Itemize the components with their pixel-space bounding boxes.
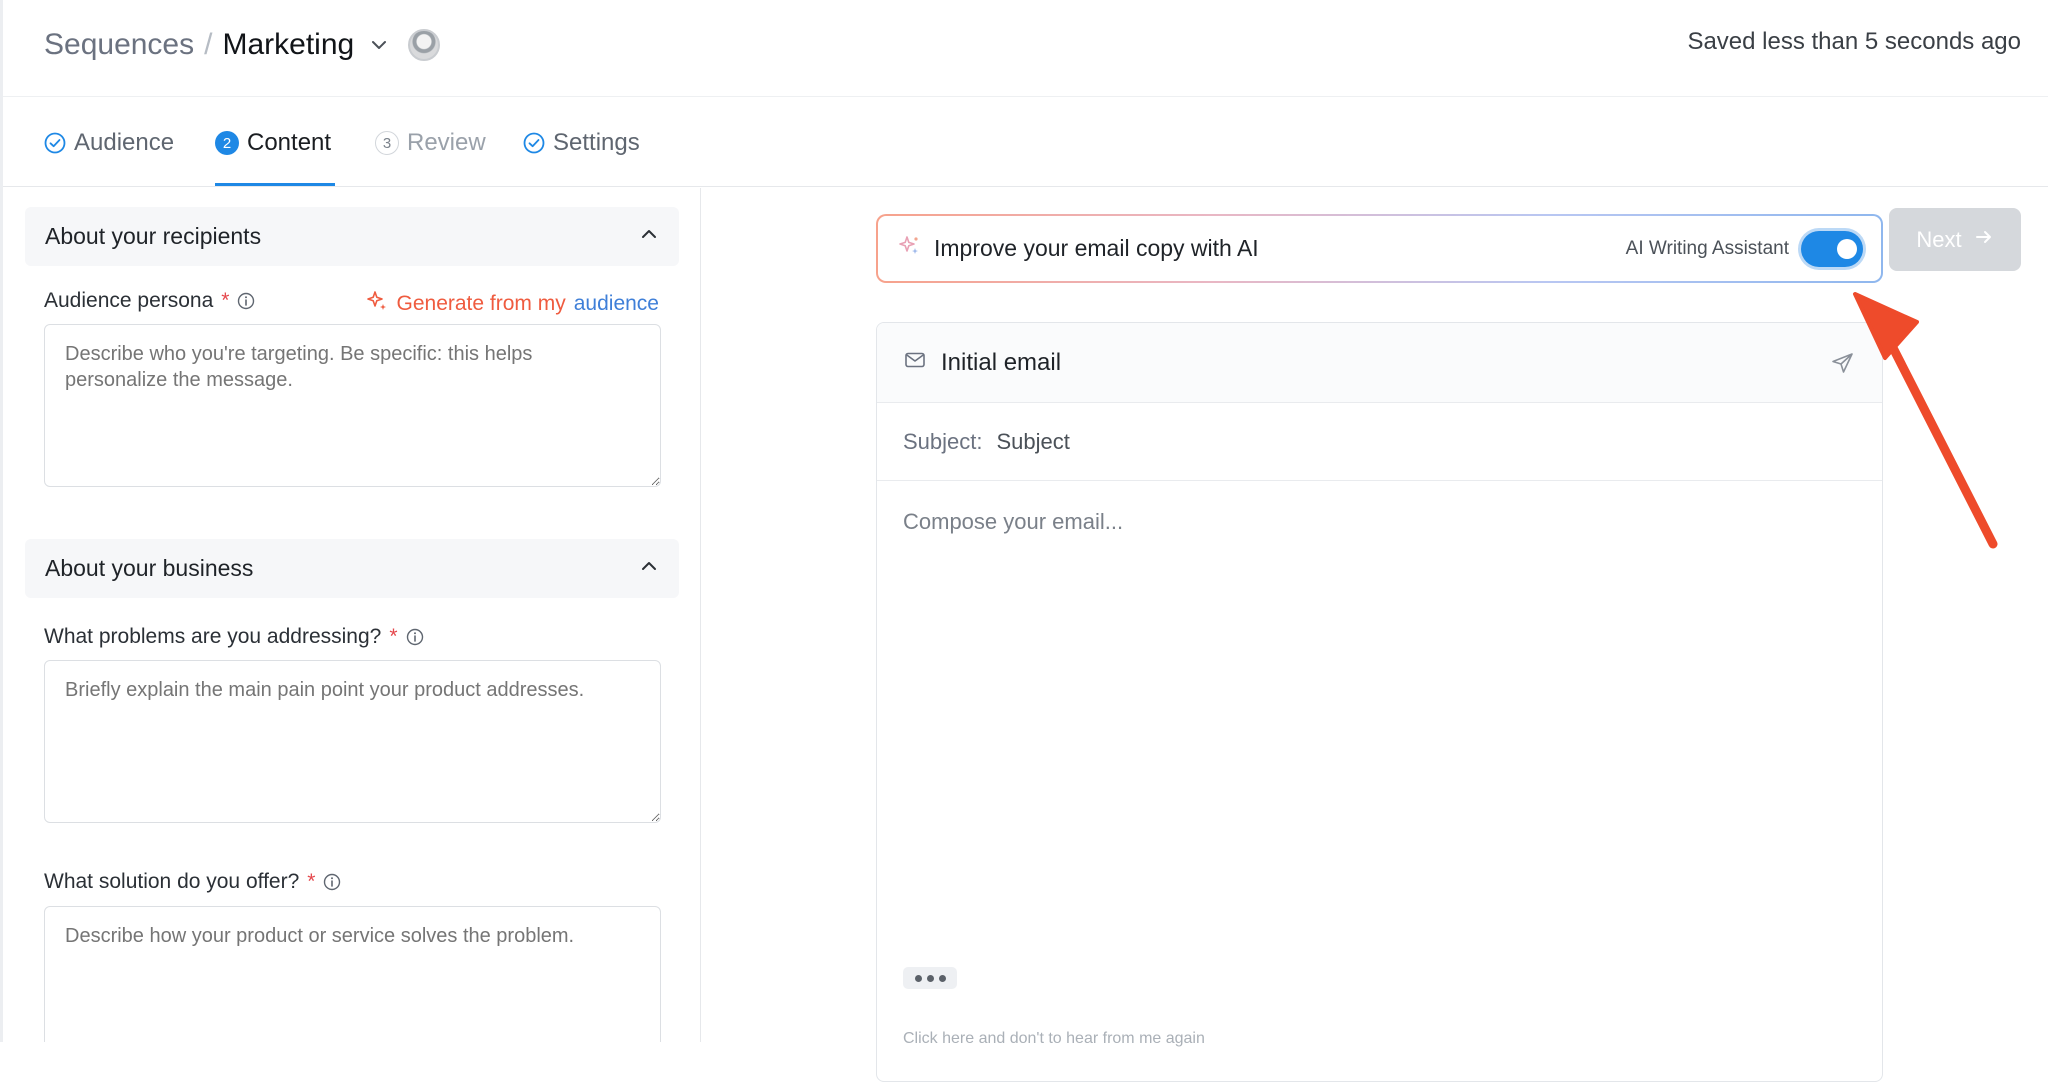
audience-persona-input[interactable] bbox=[44, 324, 661, 487]
chevron-up-icon[interactable] bbox=[639, 223, 659, 250]
top-bar: Sequences / Marketing Saved less than 5 … bbox=[3, 0, 2048, 97]
tab-review-label: Review bbox=[407, 129, 486, 156]
email-card-title: Initial email bbox=[941, 348, 1062, 376]
solution-label-text: What solution do you offer? bbox=[44, 870, 300, 893]
toggle-knob bbox=[1837, 238, 1857, 259]
problems-label: What problems are you addressing? * bbox=[44, 625, 424, 649]
next-button-label: Next bbox=[1916, 226, 1962, 252]
active-tab-indicator bbox=[215, 183, 335, 186]
solution-label: What solution do you offer? * bbox=[44, 870, 341, 894]
more-options-icon[interactable] bbox=[903, 967, 957, 989]
step-tabs: Audience 2 Content 3 Review Settings Nex… bbox=[3, 97, 2048, 271]
annotation-arrow-icon bbox=[1853, 292, 1998, 549]
subject-row[interactable]: Subject: Subject bbox=[877, 403, 1882, 481]
step-number-badge: 2 bbox=[215, 131, 239, 155]
check-circle-icon bbox=[44, 132, 66, 154]
save-status: Saved less than 5 seconds ago bbox=[1687, 28, 2021, 55]
email-body-editor[interactable]: Compose your email... bbox=[903, 509, 1123, 535]
subject-label: Subject: bbox=[903, 428, 983, 454]
solution-input[interactable] bbox=[44, 906, 661, 1042]
tab-settings-label: Settings bbox=[553, 129, 640, 156]
breadcrumb-root[interactable]: Sequences bbox=[44, 28, 194, 62]
avatar[interactable] bbox=[408, 29, 441, 61]
tab-content[interactable]: 2 Content bbox=[215, 125, 331, 161]
ai-writing-assistant-toggle[interactable] bbox=[1801, 230, 1863, 267]
problems-label-text: What problems are you addressing? bbox=[44, 625, 382, 648]
next-button[interactable]: Next bbox=[1889, 208, 2021, 271]
sparkle-icon bbox=[896, 233, 922, 264]
chevron-down-icon[interactable] bbox=[368, 34, 390, 56]
problems-input[interactable] bbox=[44, 660, 661, 823]
info-icon[interactable] bbox=[237, 292, 255, 310]
chevron-up-icon[interactable] bbox=[639, 555, 659, 582]
recipients-section-title: About your recipients bbox=[45, 223, 262, 249]
info-icon[interactable] bbox=[406, 628, 424, 646]
dot bbox=[938, 974, 946, 982]
sparkle-icon bbox=[365, 289, 389, 319]
tab-settings[interactable]: Settings bbox=[523, 125, 640, 161]
left-panel: About your recipients Audience persona *… bbox=[3, 188, 701, 1042]
generate-from-audience-link[interactable]: Generate from my audience bbox=[365, 289, 659, 319]
business-section-header[interactable]: About your business bbox=[25, 539, 679, 598]
required-asterisk: * bbox=[221, 289, 230, 312]
recipients-section-header[interactable]: About your recipients bbox=[25, 207, 679, 266]
breadcrumb-separator: / bbox=[204, 28, 213, 61]
persona-label-text: Audience persona bbox=[44, 289, 214, 312]
breadcrumb: Sequences / Marketing bbox=[44, 24, 441, 66]
tab-content-label: Content bbox=[247, 129, 332, 156]
dot bbox=[926, 974, 934, 982]
ai-toggle-group: AI Writing Assistant bbox=[1625, 230, 1863, 267]
arrow-right-icon bbox=[1974, 227, 1994, 253]
tab-audience[interactable]: Audience bbox=[44, 125, 174, 161]
breadcrumb-current[interactable]: Marketing bbox=[222, 28, 354, 62]
generate-link-prefix: Generate from my bbox=[396, 292, 566, 315]
email-card: Initial email Subject: Subject Compose y… bbox=[876, 322, 1883, 1082]
tab-review[interactable]: 3 Review bbox=[375, 125, 486, 161]
subject-input[interactable]: Subject bbox=[997, 429, 1070, 455]
persona-label: Audience persona * bbox=[44, 289, 255, 313]
mail-icon bbox=[903, 348, 927, 377]
required-asterisk: * bbox=[307, 870, 316, 893]
business-section-title: About your business bbox=[45, 555, 254, 581]
unsubscribe-text: Click here and don't to hear from me aga… bbox=[903, 1030, 1205, 1047]
step-number-badge: 3 bbox=[375, 131, 399, 155]
ai-banner-text: Improve your email copy with AI bbox=[934, 235, 1259, 261]
dot bbox=[914, 974, 922, 982]
info-icon[interactable] bbox=[323, 873, 341, 891]
required-asterisk: * bbox=[389, 625, 398, 648]
ai-assistant-banner: Improve your email copy with AI AI Writi… bbox=[876, 214, 1883, 283]
app-frame: Sequences / Marketing Saved less than 5 … bbox=[0, 0, 2048, 1082]
check-circle-icon bbox=[523, 132, 545, 154]
generate-link-suffix: audience bbox=[573, 292, 659, 315]
tab-audience-label: Audience bbox=[74, 129, 175, 156]
ai-assistant-banner-inner: Improve your email copy with AI AI Writi… bbox=[878, 216, 1881, 281]
ai-toggle-label: AI Writing Assistant bbox=[1625, 237, 1789, 259]
email-card-header: Initial email bbox=[877, 323, 1882, 403]
